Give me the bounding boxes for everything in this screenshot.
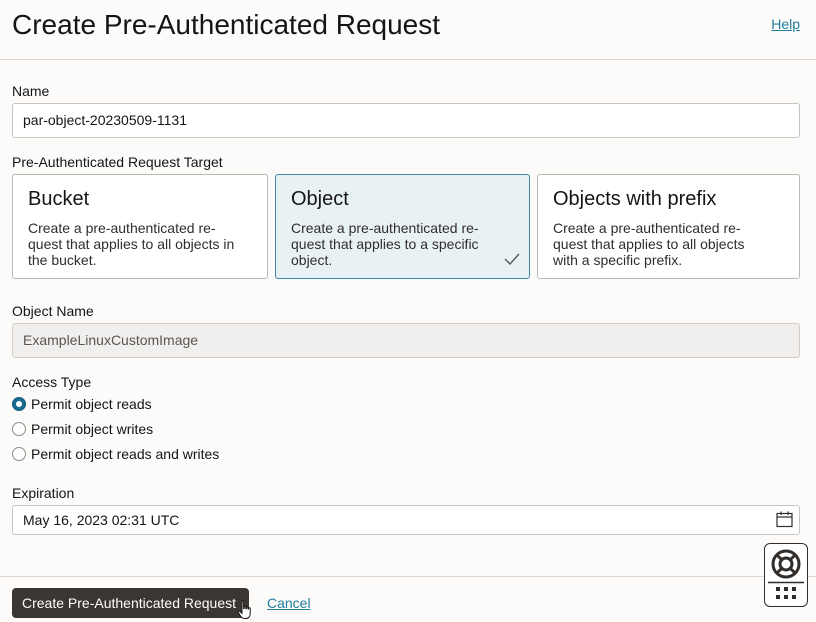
card-desc-line: with a specific prefix. — [553, 252, 683, 268]
radio-button[interactable] — [12, 447, 26, 461]
help-link[interactable]: Help — [771, 16, 800, 32]
card-description: Create a pre-authenticated re- quest tha… — [553, 220, 784, 268]
radio-label: Permit object reads and writes — [31, 446, 220, 462]
card-desc-line: quest that applies to all objects in — [28, 236, 235, 252]
card-description: Create a pre-authenticated re- quest tha… — [28, 220, 252, 268]
radio-button[interactable] — [12, 422, 26, 436]
card-desc-line: quest that applies to a specific — [291, 236, 479, 252]
target-label: Pre-Authenticated Request Target — [12, 154, 223, 170]
radio-label: Permit object reads — [31, 396, 152, 412]
radio-label: Permit object writes — [31, 421, 154, 437]
dialog-header: Create Pre-Authenticated Request Help — [0, 0, 816, 60]
card-desc-line: Create a pre-authenticated re- — [553, 220, 741, 236]
card-desc-line: the bucket. — [28, 252, 97, 268]
radio-permit-object-writes[interactable]: Permit object writes — [12, 419, 153, 439]
card-desc-line: Create a pre-authenticated re- — [28, 220, 216, 236]
grid-icon — [776, 587, 796, 599]
target-card-bucket[interactable]: Bucket Create a pre-authenticated re- qu… — [12, 174, 268, 279]
card-title: Bucket — [28, 188, 90, 210]
create-pre-authenticated-request-button[interactable]: Create Pre-Authenticated Request — [12, 588, 249, 618]
object-name-label: Object Name — [12, 303, 94, 319]
help-widget[interactable] — [764, 543, 808, 607]
card-desc-line: quest that applies to all objects — [553, 236, 745, 252]
card-desc-line: object. — [291, 252, 333, 268]
radio-button[interactable] — [12, 397, 26, 411]
radio-permit-object-reads[interactable]: Permit object reads — [12, 394, 152, 414]
target-card-objects-with-prefix[interactable]: Objects with prefix Create a pre-authent… — [537, 174, 800, 279]
expiration-input[interactable]: May 16, 2023 02:31 UTC — [12, 505, 800, 535]
hand-cursor-icon — [237, 600, 251, 619]
object-name-field: ExampleLinuxCustomImage — [12, 323, 800, 358]
page-title: Create Pre-Authenticated Request — [12, 9, 441, 40]
lifebuoy-icon[interactable] — [764, 543, 808, 607]
card-title: Objects with prefix — [553, 188, 717, 210]
check-icon — [504, 253, 520, 266]
card-title: Object — [291, 188, 349, 210]
name-input[interactable]: par-object-20230509-1131 — [12, 103, 800, 138]
cancel-link[interactable]: Cancel — [267, 595, 311, 611]
name-label: Name — [12, 83, 50, 99]
target-card-object[interactable]: Object Create a pre-authenticated re- qu… — [275, 174, 530, 279]
radio-permit-object-reads-and-writes[interactable]: Permit object reads and writes — [12, 444, 219, 464]
access-type-label: Access Type — [12, 374, 92, 390]
card-desc-line: Create a pre-authenticated re- — [291, 220, 479, 236]
card-description: Create a pre-authenticated re- quest tha… — [291, 220, 514, 268]
calendar-icon[interactable] — [776, 511, 793, 528]
expiration-label: Expiration — [12, 485, 75, 501]
